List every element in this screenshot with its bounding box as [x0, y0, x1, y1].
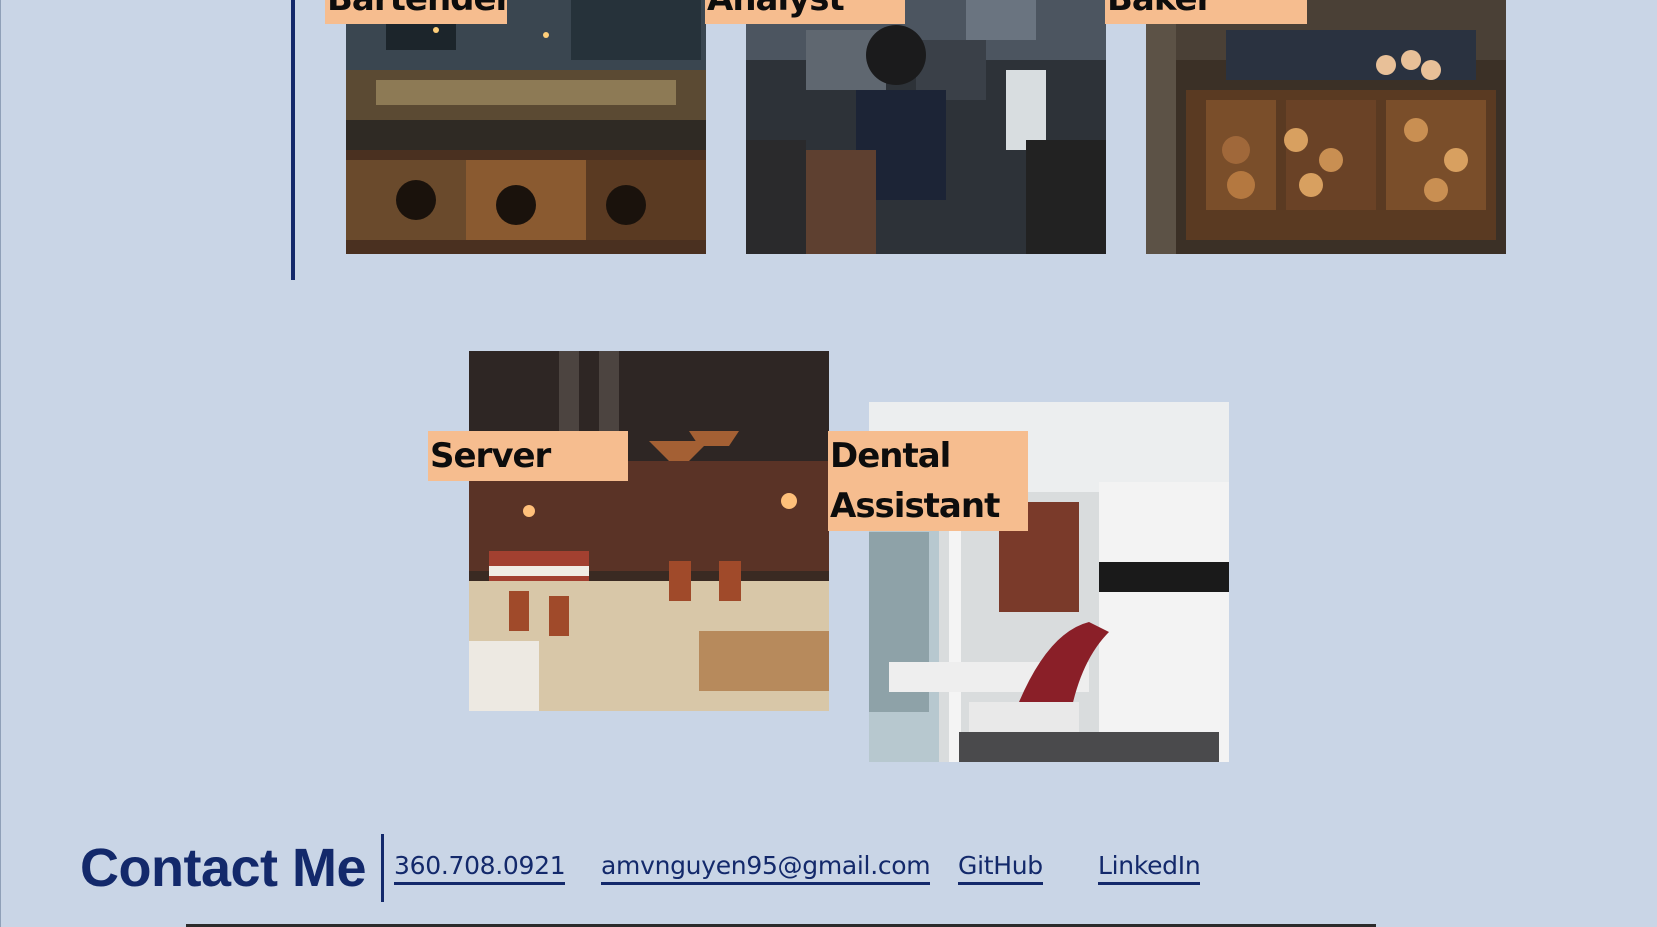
- job-label-dental-assistant: Dental Assistant: [828, 431, 1028, 531]
- baker-photo: [1146, 0, 1506, 254]
- analyst-photo: [746, 0, 1106, 254]
- contact-title: Contact Me: [80, 838, 367, 898]
- github-link[interactable]: GitHub: [958, 850, 1043, 885]
- contact-email-link[interactable]: amvnguyen95@gmail.com: [601, 850, 931, 885]
- contact-divider: [381, 834, 384, 902]
- bartender-photo: [346, 0, 706, 254]
- contact-phone-link[interactable]: 360.708.0921: [394, 850, 566, 885]
- section-accent-bar: [291, 0, 295, 280]
- page: Bartender Analyst: [0, 0, 1657, 927]
- page-left-border: [0, 0, 1, 927]
- job-label-server: Server: [428, 431, 628, 481]
- job-label-baker: Baker: [1105, 0, 1307, 24]
- job-label-analyst: Analyst: [705, 0, 905, 24]
- linkedin-link[interactable]: LinkedIn: [1098, 850, 1201, 885]
- job-label-bartender: Bartender: [325, 0, 512, 24]
- server-photo: [469, 351, 829, 711]
- contact-section: Contact Me 360.708.0921 amvnguyen95@gmai…: [0, 832, 1657, 902]
